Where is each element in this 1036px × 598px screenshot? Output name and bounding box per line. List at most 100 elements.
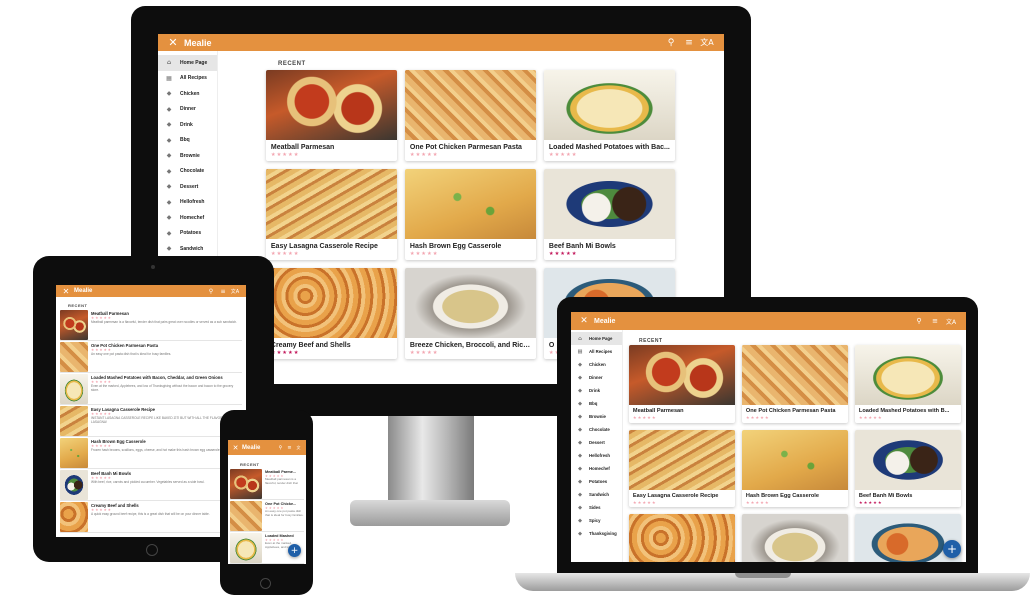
app-title[interactable]: Mealie <box>184 38 212 48</box>
rating-stars[interactable]: ★★★★★ <box>742 415 848 422</box>
recipe-card[interactable]: Meatball Parmesan ★★★★★ <box>266 70 397 161</box>
recipe-thumbnail[interactable] <box>60 342 88 372</box>
recipe-image[interactable] <box>855 345 961 405</box>
sidebar-item-all-recipes[interactable]: ▦ All Recipes <box>158 71 217 87</box>
rating-stars[interactable]: ★★★★★ <box>629 415 735 422</box>
sidebar-item-potatoes[interactable]: ◆ Potatoes <box>158 226 217 242</box>
sidebar-item-thanksgiving[interactable]: ◆ Thanksgiving <box>571 527 622 540</box>
recipe-card[interactable]: ★★★★★ <box>742 514 848 562</box>
recipe-card[interactable]: Beef Banh Mi Bowls ★★★★★ <box>855 429 961 508</box>
rating-stars[interactable]: ★★★★★ <box>855 415 961 422</box>
rating-stars[interactable]: ★★★★★ <box>405 251 536 260</box>
recipe-card[interactable]: ★★★★★ <box>629 514 735 562</box>
menu-icon[interactable]: ≡ <box>217 288 229 295</box>
utensils-logo-icon[interactable]: ✕ <box>578 316 590 326</box>
sidebar-item-chocolate[interactable]: ◆ Chocolate <box>571 423 622 436</box>
recipe-list-item[interactable]: Meatball Parme... ★★★★★ Meatball parmesan … <box>230 468 304 500</box>
search-icon[interactable]: ⚲ <box>662 37 680 48</box>
search-icon[interactable]: ⚲ <box>911 317 927 326</box>
recipe-title[interactable]: One Pot Chicken Parmesan Pasta <box>405 140 536 152</box>
recipe-title[interactable]: Loaded Mashed Potatoes with Bacon, Chedd… <box>91 375 242 380</box>
recipe-image[interactable] <box>405 70 536 140</box>
utensils-logo-icon[interactable]: ✕ <box>166 36 180 49</box>
recipe-title[interactable]: Loaded Mashed Potatoes with Bac... <box>544 140 675 152</box>
sidebar-item-brownie[interactable]: ◆ Brownie <box>158 148 217 164</box>
sidebar-item-dinner[interactable]: ◆ Dinner <box>571 371 622 384</box>
sidebar-item-dessert[interactable]: ◆ Dessert <box>571 436 622 449</box>
recipe-list-item[interactable]: One Pot Chicken Parmesan Pasta ★★★★★ An ea… <box>60 341 242 373</box>
translate-icon[interactable]: 文A <box>698 37 716 48</box>
rating-stars[interactable]: ★★★★★ <box>742 500 848 507</box>
recipe-card[interactable]: Easy Lasagna Casserole Recipe ★★★★★ <box>629 429 735 508</box>
recipe-title[interactable]: Meatball Parmesan <box>266 140 397 152</box>
rating-stars[interactable]: ★★★★★ <box>266 350 397 359</box>
recipe-title[interactable]: Hash Brown Egg Casserole <box>742 490 848 500</box>
recipe-thumbnail[interactable] <box>60 310 88 340</box>
sidebar-item-spicy[interactable]: ◆ Spicy <box>571 514 622 527</box>
recipe-title[interactable]: Creamy Beef and Shells <box>266 338 397 350</box>
recipe-card[interactable]: One Pot Chicken Parmesan Pasta ★★★★★ <box>742 345 848 423</box>
recipe-image[interactable] <box>629 345 735 405</box>
utensils-logo-icon[interactable]: ✕ <box>61 287 71 296</box>
recipe-thumbnail[interactable] <box>60 438 88 468</box>
translate-icon[interactable]: 文A <box>229 288 241 295</box>
add-recipe-button[interactable]: + <box>288 544 301 557</box>
rating-stars[interactable]: ★★★★★ <box>544 152 675 161</box>
recipe-list-item[interactable]: One Pot Chicke... ★★★★★ An easy one pot pa… <box>230 500 304 532</box>
sidebar-item-potatoes[interactable]: ◆ Potatoes <box>571 475 622 488</box>
sidebar-item-homechef[interactable]: ◆ Homechef <box>571 462 622 475</box>
rating-stars[interactable]: ★★★★★ <box>544 251 675 260</box>
sidebar-item-sides[interactable]: ◆ Sides <box>571 501 622 514</box>
search-icon[interactable]: ⚲ <box>276 445 285 451</box>
rating-stars[interactable]: ★★★★★ <box>629 500 735 507</box>
sidebar-item-chicken[interactable]: ◆ Chicken <box>571 358 622 371</box>
menu-icon[interactable]: ≡ <box>927 317 943 326</box>
recipe-thumbnail[interactable] <box>230 533 262 563</box>
recipe-image[interactable] <box>266 70 397 140</box>
recipe-title[interactable]: Easy Lasagna Casserole Recipe <box>266 239 397 251</box>
recipe-image[interactable] <box>629 429 735 490</box>
recipe-image[interactable] <box>405 267 536 338</box>
recipe-thumbnail[interactable] <box>60 470 88 500</box>
recipe-card[interactable]: Loaded Mashed Potatoes with B... ★★★★★ <box>855 345 961 423</box>
translate-icon[interactable]: 文A <box>943 317 959 326</box>
recipe-image[interactable] <box>742 429 848 490</box>
sidebar-item-bbq[interactable]: ◆ Bbq <box>571 397 622 410</box>
recipe-list-item[interactable]: Beef Banh Mi Bowls ★★★★★ With beef, rice, … <box>60 469 242 501</box>
sidebar-item-homechef[interactable]: ◆ Homechef <box>158 210 217 226</box>
rating-stars[interactable]: ★★★★★ <box>266 251 397 260</box>
recipe-image[interactable] <box>544 70 675 140</box>
recipe-image[interactable] <box>855 429 961 490</box>
recipe-card[interactable]: Meatball Parmesan ★★★★★ <box>629 345 735 423</box>
translate-icon[interactable]: 文 <box>294 445 303 451</box>
phone-home-button[interactable] <box>260 578 271 589</box>
sidebar-item-sandwich[interactable]: ◆ Sandwich <box>571 488 622 501</box>
recipe-thumbnail[interactable] <box>60 374 88 404</box>
recipe-title[interactable]: Hash Brown Egg Casserole <box>405 239 536 251</box>
sidebar-item-drink[interactable]: ◆ Drink <box>158 117 217 133</box>
sidebar-item-sandwich[interactable]: ◆ Sandwich <box>158 241 217 257</box>
sidebar-item-bbq[interactable]: ◆ Bbq <box>158 133 217 149</box>
recipe-card[interactable]: Creamy Beef and Shells ★★★★★ <box>266 267 397 359</box>
recipe-title[interactable]: Loaded Mashed Potatoes with B... <box>855 405 961 415</box>
recipe-thumbnail[interactable] <box>230 469 262 499</box>
recipe-title[interactable]: Easy Lasagna Casserole Recipe <box>629 490 735 500</box>
recipe-card[interactable]: Breeze Chicken, Broccoli, and Rice ... ★★… <box>405 267 536 359</box>
recipe-list-item[interactable]: Easy Lasagna Casserole Recipe ★★★★★ INSTAN… <box>60 405 242 437</box>
recipe-card[interactable]: Hash Brown Egg Casserole ★★★★★ <box>405 168 536 260</box>
recipe-image[interactable] <box>266 168 397 239</box>
menu-icon[interactable]: ≡ <box>680 37 698 48</box>
rating-stars[interactable]: ★★★★★ <box>855 500 961 507</box>
sidebar-item-home-page[interactable]: ⌂ Home Page <box>158 55 217 71</box>
recipe-title[interactable]: Breeze Chicken, Broccoli, and Rice ... <box>405 338 536 350</box>
rating-stars[interactable]: ★★★★★ <box>405 350 536 359</box>
sidebar-item-dessert[interactable]: ◆ Dessert <box>158 179 217 195</box>
recipe-title[interactable]: Meatball Parmesan <box>629 405 735 415</box>
sidebar-item-chicken[interactable]: ◆ Chicken <box>158 86 217 102</box>
recipe-thumbnail[interactable] <box>230 501 262 531</box>
recipe-image[interactable] <box>405 168 536 239</box>
recipe-list-item[interactable]: Meatball Parmesan ★★★★★ Meatball parmesan … <box>60 309 242 341</box>
rating-stars[interactable]: ★★★★★ <box>405 152 536 161</box>
recipe-image[interactable] <box>742 514 848 562</box>
app-title[interactable]: Mealie <box>594 318 615 325</box>
